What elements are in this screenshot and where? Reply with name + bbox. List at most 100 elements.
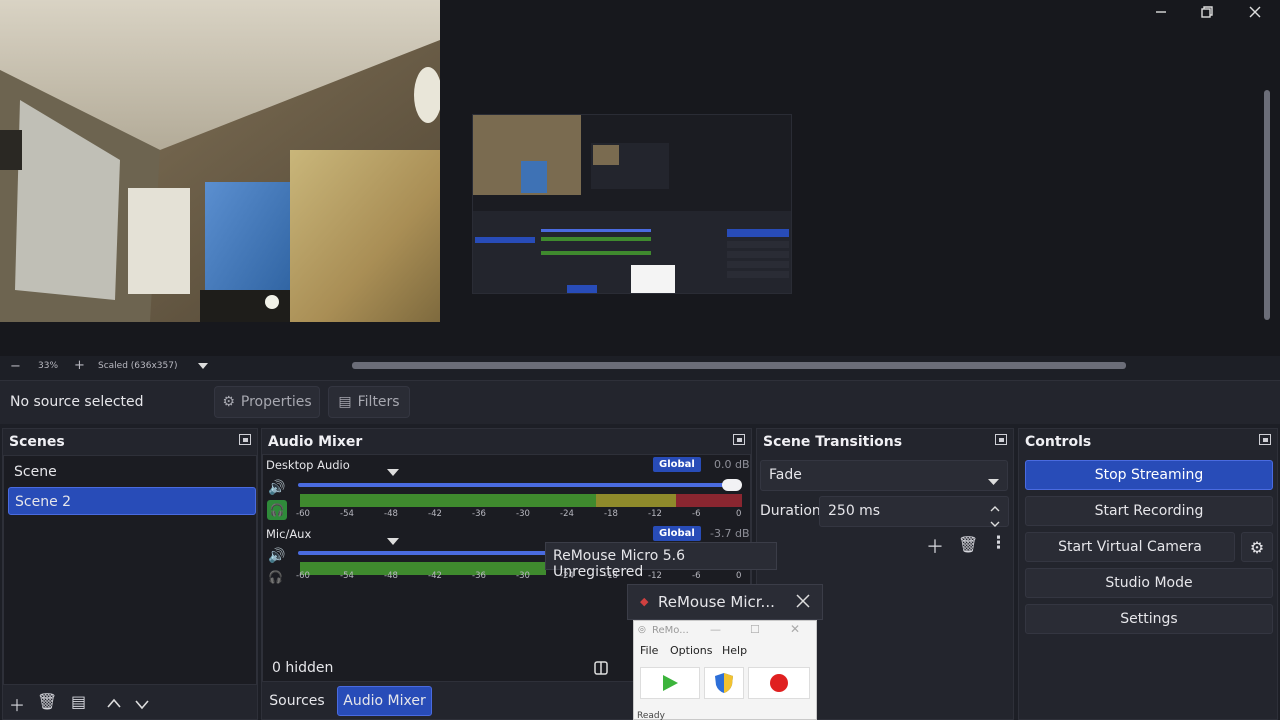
meter-tick-label: -18 [604, 509, 618, 519]
meter-tick-label: -6 [692, 509, 701, 519]
meter-tick-label: -42 [428, 571, 442, 581]
filter-icon: ▤ [338, 394, 352, 410]
add-icon[interactable]: ＋ [9, 692, 25, 716]
remouse-window-icon: ◎ [638, 625, 646, 635]
meter-tick-label: -6 [692, 571, 701, 581]
move-up-icon[interactable] [107, 693, 121, 712]
channel-name: Mic/Aux [266, 527, 312, 541]
remouse-preview-title: ReMouse Micr... [658, 593, 775, 611]
trash-icon[interactable]: 🗑 [958, 535, 978, 554]
preview-horizontal-scrollbar[interactable] [352, 362, 1126, 369]
tooltip: ReMouse Micro 5.6 Unregistered [545, 542, 777, 580]
scene-transitions-title: Scene Transitions [763, 434, 903, 450]
virtual-camera-settings-gear-icon[interactable]: ⚙ [1241, 532, 1273, 562]
preview-vertical-scrollbar[interactable] [1262, 50, 1272, 340]
scene-item-selected[interactable]: Scene 2 [8, 487, 256, 515]
record-icon[interactable] [748, 667, 810, 699]
scenes-list: Scene Scene 2 [3, 455, 257, 685]
menu-options[interactable]: Options [670, 644, 712, 657]
camera-preview[interactable] [0, 0, 440, 322]
duration-spinbox[interactable]: 250 ms [819, 496, 1009, 527]
global-badge[interactable]: Global [653, 457, 701, 472]
tab-audio-mixer[interactable]: Audio Mixer [337, 686, 432, 716]
close-icon[interactable]: ✕ [790, 622, 800, 636]
meter-scale: -60-54-48-42-36-30-24-18-12-60 [296, 571, 742, 583]
meter-tick-label: -48 [384, 571, 398, 581]
speaker-icon[interactable]: 🔊 [268, 480, 285, 496]
global-badge[interactable]: Global [653, 526, 701, 541]
meter-tick-label: -30 [516, 509, 530, 519]
audio-meter [300, 494, 742, 507]
minimize-icon[interactable] [1138, 0, 1184, 24]
meter-tick-label: -42 [428, 509, 442, 519]
meter-tick-label: -48 [384, 509, 398, 519]
close-icon[interactable] [796, 594, 810, 612]
trash-icon[interactable]: 🗑 [37, 692, 57, 711]
monitor-off-icon[interactable]: 🎧 [268, 570, 283, 584]
undock-icon[interactable] [733, 434, 745, 445]
chevron-down-icon [988, 473, 999, 489]
meter-tick-label: -54 [340, 509, 354, 519]
menu-help[interactable]: Help [722, 644, 747, 657]
scene-item[interactable]: Scene [8, 458, 256, 486]
scale-label: Scaled (636x357) [98, 361, 178, 371]
meter-tick-label: -60 [296, 509, 310, 519]
monitor-headphones-icon[interactable]: 🎧 [267, 500, 287, 520]
remouse-taskbar-preview[interactable]: ◆ ReMouse Micr... [627, 584, 823, 620]
move-down-icon[interactable] [135, 695, 149, 714]
remouse-window-title: ReMo... [652, 625, 689, 636]
meter-tick-label: -30 [516, 571, 530, 581]
more-options-icon[interactable]: ⋮ [990, 533, 1007, 553]
meter-tick-label: -36 [472, 571, 486, 581]
channel-db: 0.0 dB [714, 458, 750, 471]
layout-toggle-icon[interactable] [594, 660, 608, 679]
play-icon[interactable] [640, 667, 700, 699]
meter-tick-label: 0 [736, 509, 742, 519]
volume-slider[interactable] [298, 483, 740, 487]
filters-button[interactable]: ▤ Filters [328, 386, 410, 418]
close-icon[interactable] [1232, 0, 1278, 24]
tab-sources[interactable]: Sources [264, 686, 330, 716]
properties-button[interactable]: ⚙ Properties [214, 386, 320, 418]
volume-slider[interactable] [298, 551, 548, 555]
add-transition-icon[interactable]: ＋ [926, 533, 944, 559]
zoom-in-button[interactable]: + [74, 358, 85, 373]
preview-area [0, 0, 1280, 356]
meter-tick-label: -24 [560, 509, 574, 519]
audio-mixer-title: Audio Mixer [268, 434, 363, 450]
maximize-icon[interactable]: ☐ [750, 623, 760, 636]
filter-icon[interactable]: ▤ [71, 692, 86, 711]
remouse-logo-icon: ◆ [640, 595, 649, 608]
undock-icon[interactable] [239, 434, 251, 445]
duration-label: Duration [760, 503, 821, 519]
restore-icon[interactable] [1184, 0, 1230, 24]
channel-menu-icon[interactable] [387, 461, 399, 480]
volume-slider-knob[interactable] [722, 479, 742, 491]
transition-select[interactable]: Fade [760, 460, 1008, 491]
remouse-window: ◎ ReMo... — ☐ ✕ File Options Help Ready [633, 620, 817, 720]
menu-file[interactable]: File [640, 644, 658, 657]
hidden-count: 0 hidden [272, 660, 334, 676]
status-text: Ready [637, 711, 665, 720]
shield-icon[interactable] [704, 667, 744, 699]
undock-icon[interactable] [995, 434, 1007, 445]
source-status: No source selected [10, 394, 144, 410]
chevron-up-icon[interactable] [990, 500, 1000, 516]
undock-icon[interactable] [1259, 434, 1271, 445]
channel-menu-icon[interactable] [387, 530, 399, 549]
preview-thumbnail [472, 114, 792, 294]
meter-tick-label: 0 [736, 571, 742, 581]
zoom-out-button[interactable]: − [10, 359, 21, 374]
start-virtual-camera-button[interactable]: Start Virtual Camera [1025, 532, 1235, 562]
speaker-icon[interactable]: 🔊 [268, 548, 285, 564]
start-recording-button[interactable]: Start Recording [1025, 496, 1273, 526]
scale-dropdown-icon[interactable] [198, 362, 208, 372]
minimize-icon[interactable]: — [710, 623, 721, 636]
scenes-dock: Scenes Scene Scene 2 ＋ 🗑 ▤ [2, 428, 258, 720]
settings-button[interactable]: Settings [1025, 604, 1273, 634]
studio-mode-button[interactable]: Studio Mode [1025, 568, 1273, 598]
meter-tick-label: -12 [648, 509, 662, 519]
chevron-down-icon[interactable] [990, 515, 1000, 531]
stop-streaming-button[interactable]: Stop Streaming [1025, 460, 1273, 490]
gear-icon: ⚙ [222, 394, 235, 410]
